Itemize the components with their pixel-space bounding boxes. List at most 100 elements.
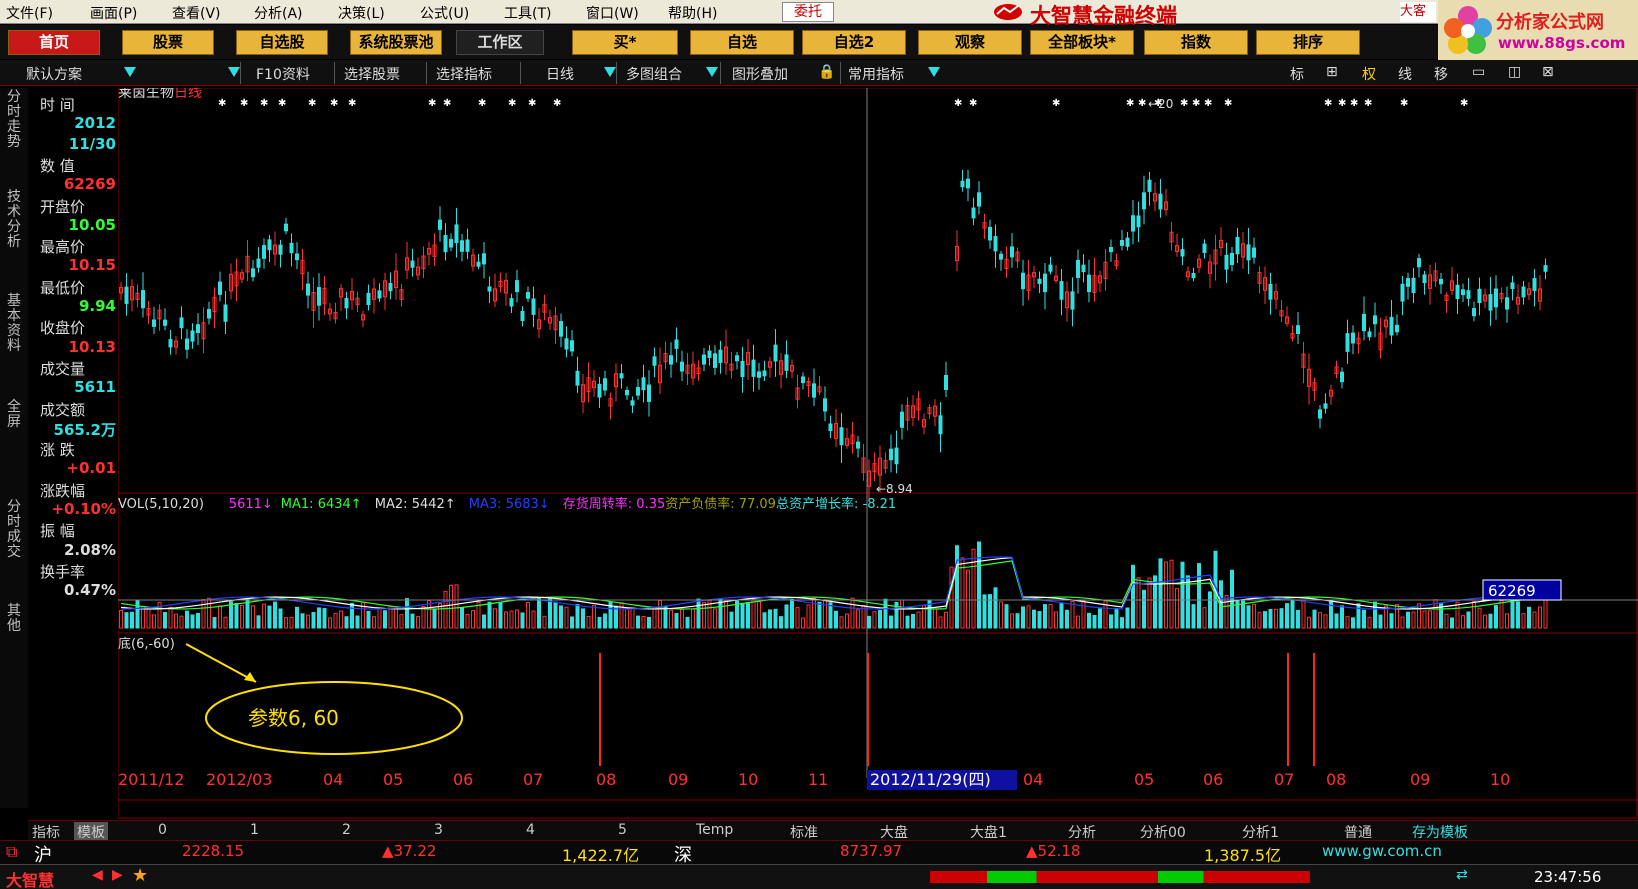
tab-6[interactable]: 4 [526,822,535,838]
tab-8[interactable]: Temp [696,822,733,838]
toolbar-right-3[interactable]: 移 [1434,64,1448,84]
toolbar-4[interactable]: 日线 [546,64,574,84]
toolbar-0[interactable]: 默认方案 [26,64,82,84]
site-url[interactable]: www.gw.com.cn [1322,842,1442,860]
volume-bar [1362,609,1366,629]
tab-13[interactable]: 分析00 [1140,822,1186,842]
tab-4[interactable]: 2 [342,822,351,838]
nav-0[interactable]: 首页 [8,30,100,55]
dropdown-arrow-icon[interactable] [706,67,718,77]
star-icon[interactable]: ★ [132,865,148,886]
candle-body [652,356,657,366]
candle-body [1472,308,1476,317]
window-icon[interactable]: ▭ [1472,64,1485,80]
nav-1[interactable]: 股票 [122,30,214,55]
menu-item[interactable]: 查看(V) [172,3,221,23]
side-tab-0[interactable]: 分时走势 [2,90,26,150]
menu-item[interactable]: 文件(F) [6,3,53,23]
dropdown-arrow-icon[interactable] [604,67,616,77]
tab-15[interactable]: 普通 [1344,822,1372,842]
entrust-button[interactable]: 委托 [782,2,834,22]
lock-icon[interactable]: 🔒 [818,64,835,80]
menu-item[interactable]: 画面(P) [90,3,137,23]
tab-3[interactable]: 1 [250,822,259,838]
toolbar-6[interactable]: 图形叠加 [732,64,788,84]
toolbar-1[interactable]: F10资料 [256,64,310,84]
close-icon[interactable]: ⊠ [1542,64,1554,80]
dropdown-arrow-icon[interactable] [124,67,136,77]
side-tab-2[interactable]: 基本资料 [2,294,26,354]
tab-12[interactable]: 分析 [1068,822,1096,842]
candle-body [1461,289,1465,296]
flower-logo-icon [1444,6,1492,54]
volume-bar [1048,604,1053,629]
tab-1[interactable]: 模板 [74,822,108,842]
nav-7[interactable]: 自选2 [802,30,906,55]
menu-item[interactable]: 决策(L) [338,3,385,23]
volume-bar [944,611,948,629]
network-icon[interactable]: ⇄ [1456,867,1468,883]
menu-item[interactable]: 工具(T) [504,3,551,23]
side-tab-4[interactable]: 分时成交 [2,500,26,560]
tab-9[interactable]: 标准 [790,822,818,842]
dropdown-arrow-icon[interactable] [228,67,240,77]
menu-item[interactable]: 帮助(H) [668,3,717,23]
toolbar-right-2[interactable]: 线 [1398,64,1412,84]
volume-bar [1477,607,1482,629]
candle-body [1466,290,1471,299]
tab-10[interactable]: 大盘 [880,822,908,842]
ma2-line [120,556,1541,610]
volume-bar [570,616,574,629]
volume-bar [630,607,635,629]
volume-bar [691,608,695,629]
nav-8[interactable]: 观察 [918,30,1022,55]
volume-bar [410,613,415,629]
nav-4[interactable]: 工作区 [456,30,544,55]
menu-item[interactable]: 分析(A) [254,3,303,23]
next-arrow-icon[interactable]: ▶ [112,867,123,883]
prev-arrow-icon[interactable]: ◀ [92,867,103,883]
side-tab-5[interactable]: 其他 [2,604,26,634]
tab-7[interactable]: 5 [618,822,627,838]
brand-label[interactable]: 大智慧 [6,867,54,889]
tab-11[interactable]: 大盘1 [970,822,1007,842]
volume-bar [1010,613,1014,629]
candle-body [460,240,464,252]
candles [119,169,1548,500]
top-right-label[interactable]: 大客 [1400,2,1436,22]
ad-banner[interactable]: 分析家公式网 www.88gs.com [1438,0,1638,60]
toolbar-7[interactable]: 常用指标 [848,64,904,84]
toolbar-2[interactable]: 选择股票 [344,64,400,84]
candle-body [1318,409,1322,419]
nav-10[interactable]: 指数 [1144,30,1248,55]
crosshair-icon[interactable]: ⊞ [1326,64,1338,80]
nav-5[interactable]: 买* [572,30,678,55]
side-tab-1[interactable]: 技术分析 [2,190,26,250]
tab-14[interactable]: 分析1 [1242,822,1279,842]
volume-bar [740,602,745,629]
toolbar-3[interactable]: 选择指标 [436,64,492,84]
side-tab-3[interactable]: 全屏 [2,400,26,430]
tab-16[interactable]: 存为模板 [1412,822,1468,842]
candle-body [1076,259,1080,278]
tab-0[interactable]: 指标 [32,822,60,842]
menu-item[interactable]: 窗口(W) [586,3,639,23]
tab-5[interactable]: 3 [434,822,443,838]
volume-bar [1081,600,1086,629]
shanghai-icon[interactable]: ⧉ [6,842,17,862]
candle-body [625,390,629,396]
nav-11[interactable]: 排序 [1256,30,1360,55]
toolbar-right-0[interactable]: 标 [1290,64,1304,84]
tab-2[interactable]: 0 [158,822,167,838]
k-line-chart[interactable]: 莱茵生物日线✱ ✱ ✱ ✱ ✱ ✱ ✱ ✱ ✱ ✱ ✱ ✱ ✱ ✱ ✱ ✱ ✱ ✱ ✱ ✱ ✱ ✱ ✱ ✱ ✱ ✱ ✱ ✱ ✱←8.94… [118,88,1638,820]
split-icon[interactable]: ◫ [1508,64,1521,80]
toolbar-right-1[interactable]: 权 [1362,64,1376,84]
nav-6[interactable]: 自选 [690,30,794,55]
dropdown-arrow-icon[interactable] [928,67,940,77]
nav-3[interactable]: 系统股票池 [350,30,442,55]
nav-9[interactable]: 全部板块* [1030,30,1134,55]
nav-2[interactable]: 自选股 [236,30,328,55]
volume-bar [1015,613,1020,629]
menu-item[interactable]: 公式(U) [420,3,469,23]
toolbar-5[interactable]: 多图组合 [626,64,682,84]
